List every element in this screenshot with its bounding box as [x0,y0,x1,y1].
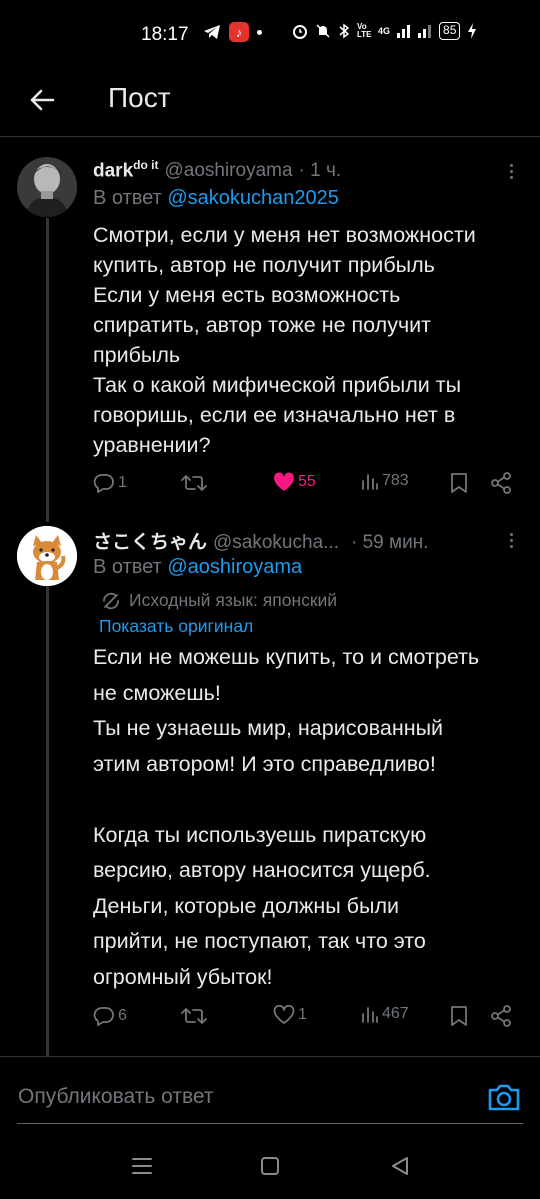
show-original-link[interactable]: Показать оригинал [99,616,253,637]
telegram-icon [204,25,220,39]
views-button[interactable]: 783 [361,472,409,490]
more-options-button[interactable] [501,526,521,554]
tweet-time: · 1 ч. [298,160,342,182]
system-navigation-bar [0,1130,540,1199]
network-4g-label: 4G [378,26,391,36]
tweet-actions: 1 55 783 [93,472,523,502]
tweet-header: さこくちゃん @sakokucha... · 59 мин. [93,527,428,554]
volte-label: Vo LTE [357,22,372,39]
battery-indicator: 85 [439,22,461,40]
avatar[interactable] [17,526,77,586]
tweet-time: · 59 мин. [350,532,429,553]
avatar[interactable] [17,157,77,217]
music-app-icon: ♪ [229,22,249,42]
camera-icon [488,1084,520,1111]
translate-icon [103,592,119,609]
share-button[interactable] [490,1005,512,1027]
camera-button[interactable] [487,1081,521,1113]
reply-composer: Опубликовать ответ [0,1056,540,1126]
home-button[interactable] [258,1154,282,1178]
retweet-button[interactable] [181,1005,210,1027]
bluetooth-icon [339,23,350,39]
author-name[interactable]: さこくちゃん [93,527,207,554]
signal-icon [397,25,411,38]
translation-source-label: Исходный язык: японский [129,590,338,610]
reply-button[interactable]: 1 [93,472,127,494]
share-icon [491,1005,511,1027]
like-button[interactable]: 1 [273,1005,307,1025]
status-left-icons: ♪ [203,22,262,42]
triangle-back-icon [392,1157,408,1175]
author-handle[interactable]: @aoshiroyama [164,160,292,182]
system-back-button[interactable] [388,1154,412,1178]
mute-icon [316,24,330,38]
reply-to-handle-link[interactable]: @aoshiroyama [167,556,302,578]
reply-to-handle-link[interactable]: @sakokuchan2025 [167,187,339,209]
status-time: 18:17 [141,24,189,45]
reply-count: 6 [118,1007,127,1024]
menu-icon [132,1158,152,1174]
reply-to-line: В ответ @aoshiroyama [93,556,303,578]
heart-icon [273,1005,295,1024]
retweet-icon [181,1008,207,1024]
status-bar: 18:17 ♪ Vo LTE 4G 85 [0,0,540,70]
back-button[interactable] [22,80,62,120]
reply-icon [93,1007,114,1026]
share-icon [491,472,511,494]
reply-icon [93,474,114,493]
arrow-left-icon [30,89,55,111]
home-square-icon [261,1157,279,1175]
avatar-photo [17,157,77,217]
bookmark-button[interactable] [450,1005,468,1027]
like-button[interactable]: 55 [273,472,316,492]
tweet-header: darkdo it @aoshiroyama · 1 ч. [93,158,341,182]
alarm-icon [293,25,307,39]
retweet-icon [181,475,207,491]
reply-input[interactable]: Опубликовать ответ [18,1085,214,1109]
page-title: Пост [108,82,171,113]
tweet-body: Если не можешь купить, то и смотреть не … [93,645,480,989]
analytics-icon [362,1007,378,1023]
author-handle[interactable]: @sakokucha... [213,532,339,554]
status-right-icons: Vo LTE 4G 85 [292,22,477,40]
input-underline [17,1123,523,1124]
bookmark-icon [451,473,467,493]
translation-info: Исходный язык: японский [101,590,337,611]
like-count: 1 [298,1006,307,1023]
shiba-avatar-image [17,526,77,586]
analytics-icon [362,474,378,490]
views-count: 467 [382,1005,409,1022]
charging-icon [468,23,477,39]
heart-filled-icon [273,472,295,491]
bookmark-button[interactable] [450,472,468,494]
author-name[interactable]: darkdo it [93,158,158,182]
views-button[interactable]: 467 [361,1005,409,1023]
more-options-button[interactable] [501,157,521,185]
thread-connector [46,586,49,1056]
signal-icon-2 [418,25,432,38]
like-count: 55 [298,473,316,490]
retweet-button[interactable] [181,472,210,494]
reply-to-line: В ответ @sakokuchan2025 [93,187,339,209]
tweet-actions: 6 1 467 [93,1005,523,1035]
thread-connector [46,218,49,522]
top-bar: Пост [0,70,540,137]
views-count: 783 [382,472,409,489]
reply-count: 1 [118,474,127,491]
share-button[interactable] [490,472,512,494]
recent-apps-button[interactable] [130,1154,154,1178]
tweet-body: Смотри, если у меня нет возможности купи… [93,223,476,457]
reply-button[interactable]: 6 [93,1005,127,1027]
bookmark-icon [451,1006,467,1026]
notification-dot-icon [257,29,262,35]
